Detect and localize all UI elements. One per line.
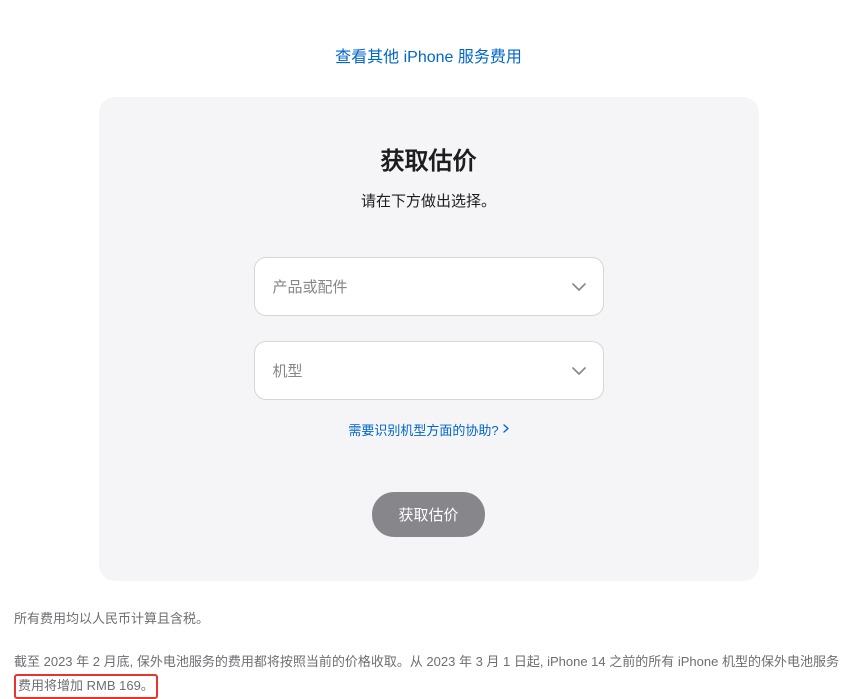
model-select[interactable]: 机型 bbox=[254, 341, 604, 400]
estimate-card: 获取估价 请在下方做出选择。 产品或配件 机型 需要识别机型方面的协助? bbox=[99, 97, 759, 581]
other-service-fees-link[interactable]: 查看其他 iPhone 服务费用 bbox=[335, 49, 522, 66]
price-increase-highlight: 费用将增加 RMB 169。 bbox=[14, 674, 158, 699]
identify-model-help-link[interactable]: 需要识别机型方面的协助? bbox=[348, 420, 508, 439]
card-subtitle: 请在下方做出选择。 bbox=[139, 190, 719, 211]
product-select[interactable]: 产品或配件 bbox=[254, 257, 604, 316]
card-title: 获取估价 bbox=[139, 141, 719, 176]
model-select-placeholder: 机型 bbox=[273, 360, 303, 381]
footer-text: 所有费用均以人民币计算且含税。 截至 2023 年 2 月底, 保外电池服务的费… bbox=[10, 607, 847, 699]
chevron-right-icon bbox=[503, 424, 509, 436]
price-note-prefix: 截至 2023 年 2 月底, 保外电池服务的费用都将按照当前的价格收取。从 2… bbox=[14, 654, 839, 669]
footer-price-note: 截至 2023 年 2 月底, 保外电池服务的费用都将按照当前的价格收取。从 2… bbox=[14, 650, 843, 699]
product-select-wrap: 产品或配件 bbox=[254, 257, 604, 316]
product-select-placeholder: 产品或配件 bbox=[273, 276, 348, 297]
top-link-wrap: 查看其他 iPhone 服务费用 bbox=[10, 0, 847, 97]
get-estimate-button[interactable]: 获取估价 bbox=[372, 492, 484, 537]
model-select-wrap: 机型 bbox=[254, 341, 604, 400]
help-link-wrap: 需要识别机型方面的协助? bbox=[139, 420, 719, 440]
footer-tax-note: 所有费用均以人民币计算且含税。 bbox=[14, 607, 843, 632]
help-link-label: 需要识别机型方面的协助? bbox=[348, 420, 498, 439]
